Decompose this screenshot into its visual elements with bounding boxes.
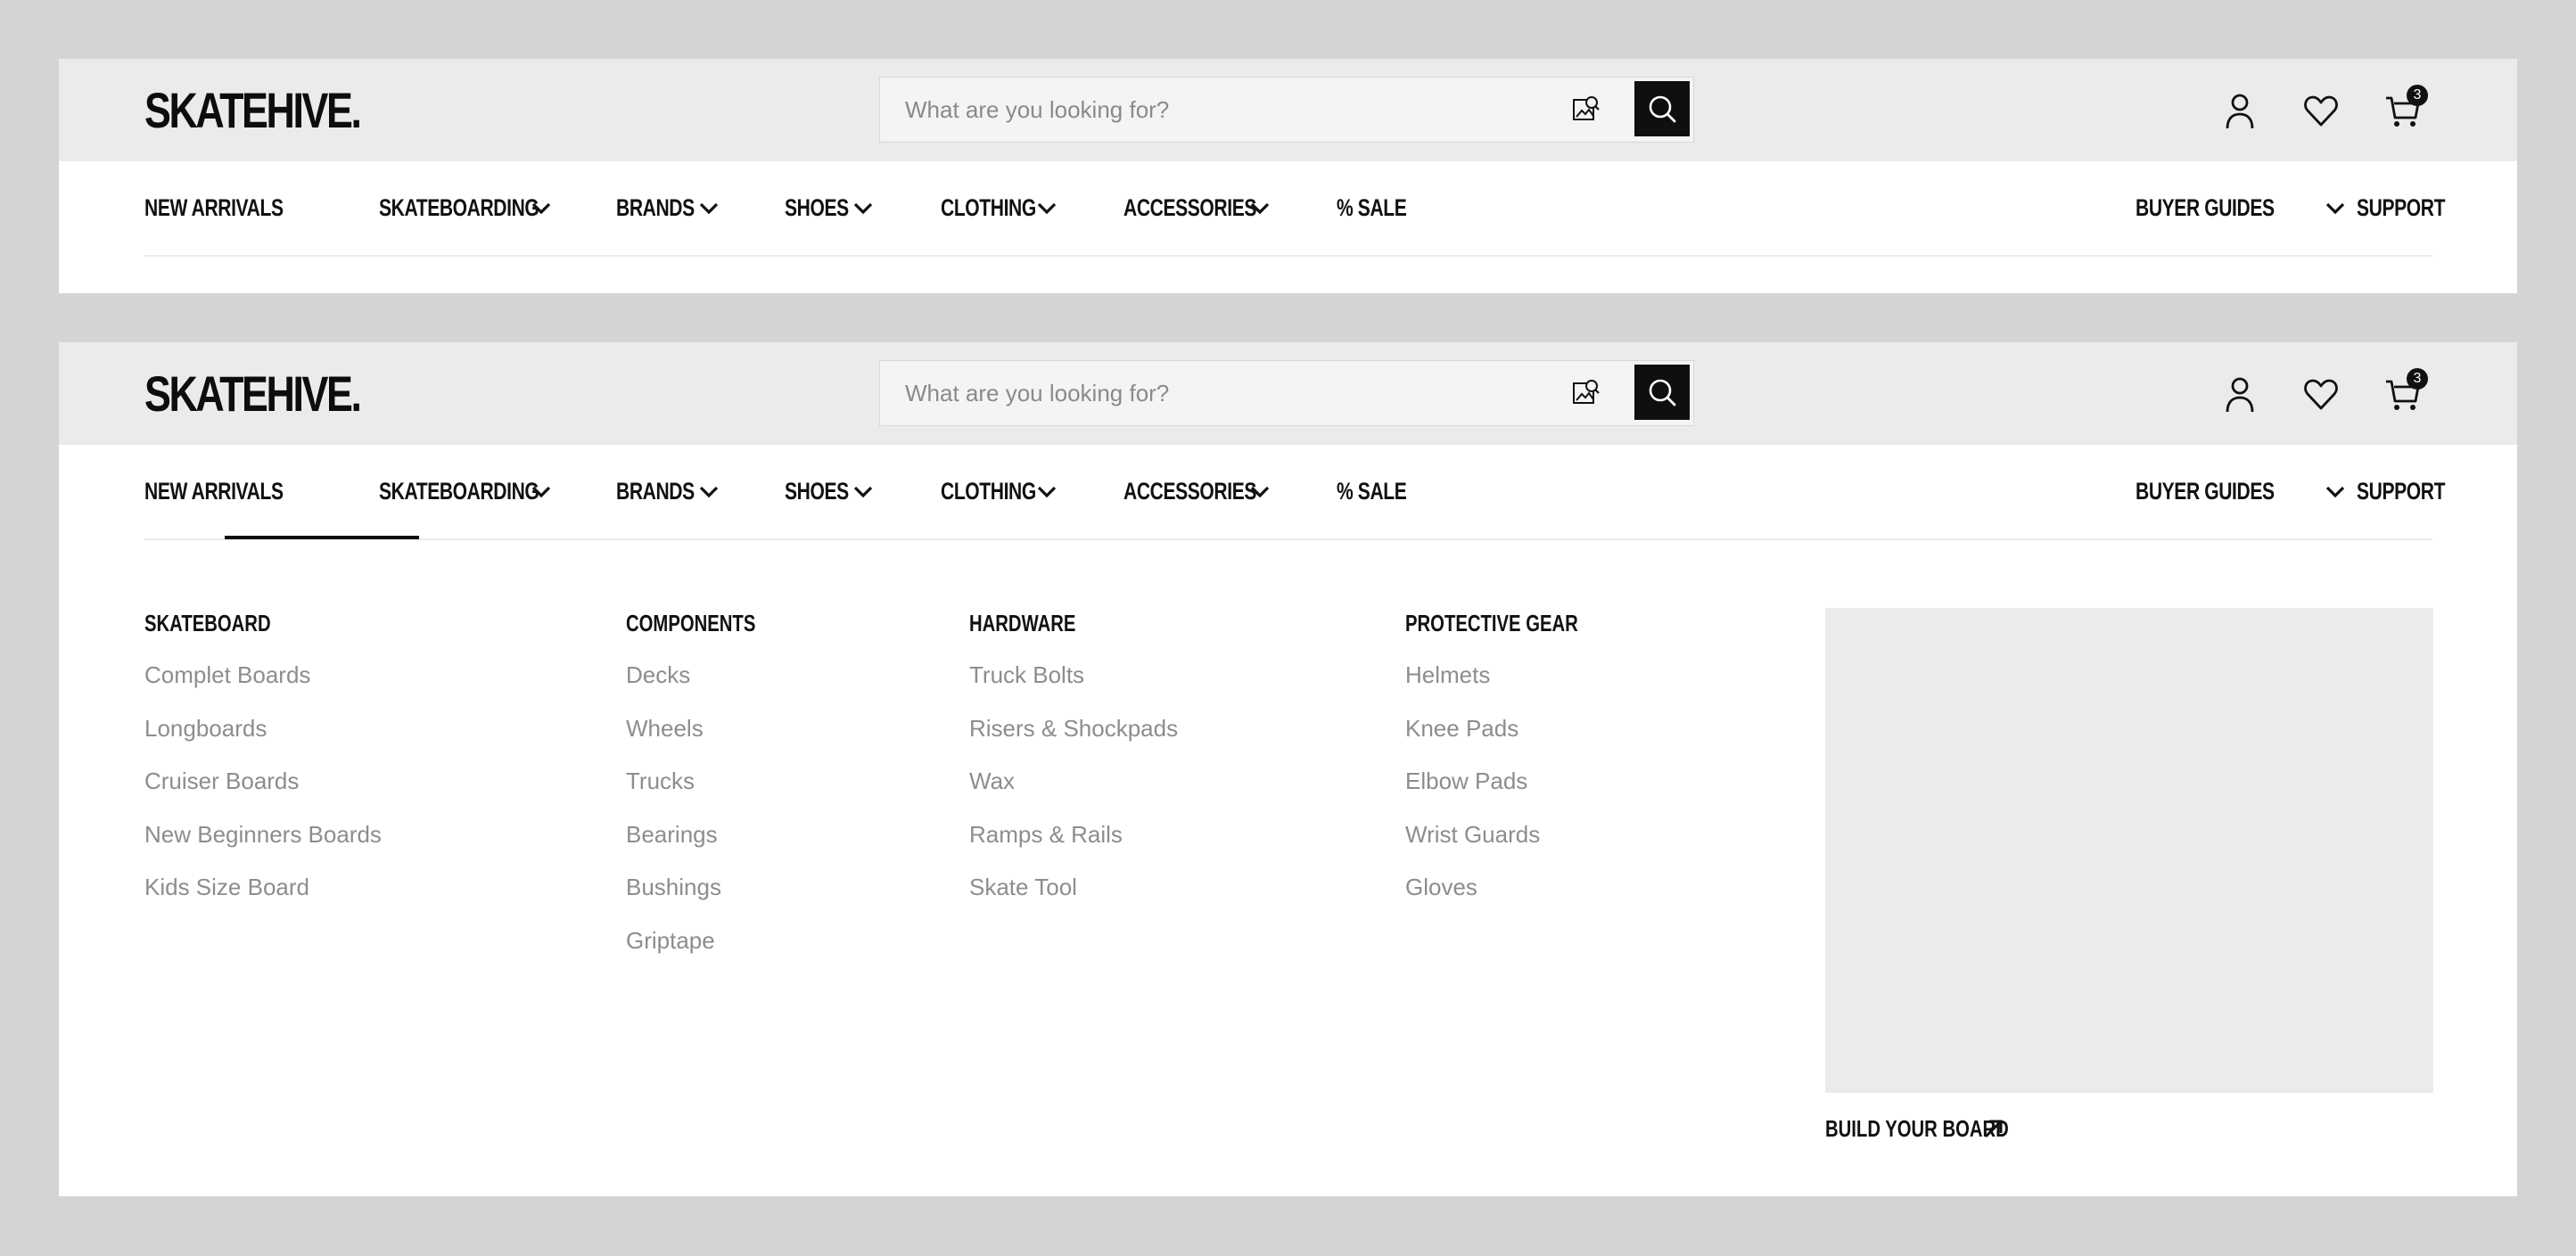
menu-column-title: SKATEBOARD (144, 610, 271, 636)
user-icon[interactable] (2220, 374, 2259, 414)
chevron-down-icon[interactable] (529, 197, 554, 218)
menu-column-title: PROTECTIVE GEAR (1405, 610, 1578, 636)
heart-icon[interactable] (2301, 374, 2341, 414)
chevron-down-icon[interactable] (1247, 480, 1272, 502)
main-nav: NEW ARRIVALS SKATEBOARDING BRANDS SHOES … (144, 161, 2445, 257)
menu-link[interactable]: Cruiser Boards (144, 766, 382, 819)
menu-link[interactable]: Ramps & Rails (969, 819, 1178, 873)
chevron-down-icon[interactable] (1247, 197, 1272, 218)
menu-link[interactable]: Elbow Pads (1405, 766, 1626, 819)
nav-item-new-arrivals[interactable]: NEW ARRIVALS (144, 445, 323, 538)
top-bar: SKATEHIVE. What are you looking for? 3 (59, 342, 2517, 445)
cart-count-badge: 3 (2407, 85, 2428, 106)
menu-link[interactable]: Complet Boards (144, 660, 382, 713)
chevron-down-icon[interactable] (696, 197, 721, 218)
menu-link[interactable]: Bearings (626, 819, 792, 873)
chevron-down-icon[interactable] (851, 197, 876, 218)
menu-link[interactable]: Kids Size Board (144, 872, 382, 925)
image-search-icon[interactable] (1570, 377, 1602, 409)
menu-link[interactable]: Wax (969, 766, 1178, 819)
header-frame-expanded: SKATEHIVE. What are you looking for? 3 N… (59, 342, 2517, 1196)
menu-link[interactable]: Risers & Shockpads (969, 713, 1178, 767)
heart-icon[interactable] (2301, 91, 2341, 130)
search-bar (879, 77, 1694, 143)
menu-link[interactable]: Decks (626, 660, 792, 713)
menu-link[interactable]: Helmets (1405, 660, 1626, 713)
menu-column-title: HARDWARE (969, 610, 1076, 636)
user-icon[interactable] (2220, 91, 2259, 130)
active-nav-indicator (225, 536, 419, 539)
header-frame-collapsed: SKATEHIVE. What are you looking for? 3 N… (59, 59, 2517, 293)
menu-link[interactable]: Knee Pads (1405, 713, 1626, 767)
chevron-down-icon[interactable] (2323, 480, 2348, 502)
menu-link[interactable]: Skate Tool (969, 872, 1178, 925)
cart-count-badge: 3 (2407, 368, 2428, 390)
nav-item-support[interactable]: SUPPORT (2357, 161, 2470, 255)
nav-item-sale[interactable]: % SALE (1337, 161, 1427, 255)
search-input[interactable] (880, 361, 1558, 425)
search-icon (1649, 379, 1676, 406)
menu-link[interactable]: Griptape (626, 925, 792, 979)
menu-link[interactable]: New Beginners Boards (144, 819, 382, 873)
search-button[interactable] (1634, 81, 1690, 136)
menu-link[interactable]: Wheels (626, 713, 792, 767)
nav-item-buyer-guides[interactable]: BUYER GUIDES (2136, 161, 2314, 255)
nav-item-sale[interactable]: % SALE (1337, 445, 1427, 538)
menu-link[interactable]: Longboards (144, 713, 382, 767)
promo-image-placeholder[interactable] (1825, 608, 2433, 1093)
build-your-board-link[interactable]: BUILD YOUR BOARD (1825, 1111, 2009, 1146)
nav-item-support[interactable]: SUPPORT (2357, 445, 2470, 538)
main-nav: NEW ARRIVALS SKATEBOARDING BRANDS SHOES … (144, 445, 2445, 540)
chevron-down-icon[interactable] (1034, 197, 1059, 218)
menu-column-title: COMPONENTS (626, 610, 756, 636)
chevron-down-icon[interactable] (696, 480, 721, 502)
chevron-down-icon[interactable] (529, 480, 554, 502)
menu-link[interactable]: Truck Bolts (969, 660, 1178, 713)
brand-logo[interactable]: SKATEHIVE. (144, 367, 362, 421)
menu-column-protective-gear: PROTECTIVE GEAR Helmets Knee Pads Elbow … (1405, 606, 1626, 925)
menu-column-hardware: HARDWARE Truck Bolts Risers & Shockpads … (969, 606, 1178, 925)
chevron-down-icon[interactable] (851, 480, 876, 502)
nav-item-buyer-guides[interactable]: BUYER GUIDES (2136, 445, 2314, 538)
menu-link[interactable]: Bushings (626, 872, 792, 925)
menu-link[interactable]: Gloves (1405, 872, 1626, 925)
image-search-icon[interactable] (1570, 94, 1602, 126)
chevron-down-icon[interactable] (2323, 197, 2348, 218)
search-button[interactable] (1634, 365, 1690, 420)
search-input[interactable] (880, 78, 1558, 142)
menu-column-components: COMPONENTS Decks Wheels Trucks Bearings … (626, 606, 792, 978)
search-icon (1649, 95, 1676, 123)
menu-link[interactable]: Wrist Guards (1405, 819, 1626, 873)
chevron-down-icon[interactable] (1034, 480, 1059, 502)
brand-logo[interactable]: SKATEHIVE. (144, 84, 362, 137)
nav-item-new-arrivals[interactable]: NEW ARRIVALS (144, 161, 323, 255)
menu-column-skateboard: SKATEBOARD Complet Boards Longboards Cru… (144, 606, 382, 925)
top-bar: SKATEHIVE. What are you looking for? 3 (59, 59, 2517, 161)
search-bar (879, 360, 1694, 426)
menu-link[interactable]: Trucks (626, 766, 792, 819)
